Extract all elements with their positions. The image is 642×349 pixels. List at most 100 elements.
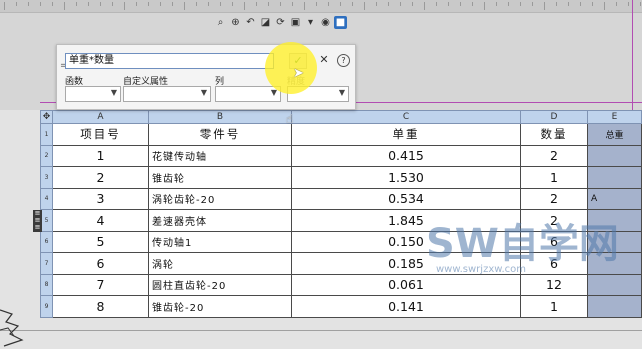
total-weight-cell[interactable] <box>587 144 642 167</box>
ruler-tick <box>40 2 41 6</box>
zoom-area-icon[interactable]: ⊕ <box>229 16 242 29</box>
hide-show-icon[interactable]: ▾ <box>304 16 317 29</box>
section-view-icon[interactable]: ◪ <box>259 16 272 29</box>
quantity-cell[interactable]: 12 <box>520 273 588 296</box>
heads-up-toolbar: ⌕ ⊕ ↶ ◪ ⟳ ▣ ▾ ◉ ■ <box>214 13 374 31</box>
ruler-tick <box>196 2 197 6</box>
header-item-no[interactable]: 项目号 <box>52 123 149 146</box>
ruler-tick <box>244 2 245 10</box>
unit-weight-cell[interactable]: 0.141 <box>291 295 521 318</box>
zoom-fit-icon[interactable]: ⌕ <box>214 16 227 29</box>
item-number-cell[interactable]: 2 <box>52 166 149 189</box>
part-name-cell[interactable]: 锥齿轮 <box>148 166 292 189</box>
unit-weight-cell[interactable]: 0.534 <box>291 187 521 210</box>
item-number-cell[interactable]: 7 <box>52 273 149 296</box>
move-table-icon[interactable]: ✥ <box>40 110 53 124</box>
cancel-x-icon[interactable]: ✕ <box>319 53 329 67</box>
quantity-cell[interactable]: 1 <box>520 295 588 318</box>
header-part-no[interactable]: 零件号 <box>148 123 292 146</box>
row-number[interactable]: 2 <box>40 144 53 167</box>
column-dropdown[interactable]: ▼ <box>215 86 281 102</box>
part-name-cell[interactable]: 涡轮齿轮-20 <box>148 187 292 210</box>
ruler-tick <box>388 2 389 6</box>
header-total-weight[interactable]: 总重 <box>587 123 642 146</box>
formula-input[interactable]: 单重*数量 <box>65 53 274 69</box>
row-number[interactable]: 3 <box>40 166 53 189</box>
total-weight-cell[interactable]: A <box>587 187 642 210</box>
scene-icon[interactable]: ■ <box>334 15 347 29</box>
hand-pointer-icon: ☝ <box>286 112 294 126</box>
row-number[interactable]: 1 <box>40 123 53 146</box>
table-row: 3 2 锥齿轮 1.530 1 <box>40 166 642 189</box>
ruler-tick <box>88 2 89 6</box>
header-unit-weight[interactable]: 单重 <box>291 123 521 146</box>
row-number[interactable]: 8 <box>40 273 53 296</box>
custom-property-dropdown[interactable]: ▼ <box>123 86 211 102</box>
ruler-tick <box>160 2 161 6</box>
table-row: 9 8 锥齿轮-20 0.141 1 <box>40 295 642 318</box>
ruler-tick <box>592 2 593 6</box>
part-name-cell[interactable]: 锥齿轮-20 <box>148 295 292 318</box>
column-a-header[interactable]: A <box>52 110 149 124</box>
part-name-cell[interactable]: 差速器壳体 <box>148 209 292 232</box>
ruler-tick <box>520 2 521 6</box>
ruler-tick <box>172 2 173 6</box>
table-anchor-icon[interactable]: ≡ ≡ ≡ <box>33 210 42 232</box>
unit-weight-cell[interactable]: 0.061 <box>291 273 521 296</box>
total-weight-cell[interactable] <box>587 295 642 318</box>
part-name-cell[interactable]: 涡轮 <box>148 252 292 275</box>
bom-table: ✥ A B C D E 1 项目号 零件号 单重 数量 总重 2 1 花键传动轴… <box>40 110 642 318</box>
ruler-tick <box>184 2 185 10</box>
item-number-cell[interactable]: 1 <box>52 144 149 167</box>
part-name-cell[interactable]: 圆柱直齿轮-20 <box>148 273 292 296</box>
appearance-icon[interactable]: ◉ <box>319 16 332 29</box>
ruler-tick <box>556 2 557 6</box>
item-number-cell[interactable]: 8 <box>52 295 149 318</box>
row-number[interactable]: 6 <box>40 230 53 253</box>
ruler-tick <box>544 2 545 10</box>
previous-view-icon[interactable]: ↶ <box>244 16 257 29</box>
functions-dropdown[interactable]: ▼ <box>65 86 121 102</box>
quantity-cell[interactable]: 2 <box>520 144 588 167</box>
item-number-cell[interactable]: 3 <box>52 187 149 210</box>
ruler-tick <box>460 2 461 6</box>
quantity-cell[interactable]: 1 <box>520 166 588 189</box>
part-name-cell[interactable]: 传动轴1 <box>148 230 292 253</box>
ruler-tick <box>16 2 17 6</box>
display-style-icon[interactable]: ▣ <box>289 16 302 29</box>
help-icon[interactable]: ? <box>337 54 350 67</box>
ruler-tick <box>640 2 641 6</box>
item-number-cell[interactable]: 6 <box>52 252 149 275</box>
row-number[interactable]: 7 <box>40 252 53 275</box>
row-number[interactable]: 4 <box>40 187 53 210</box>
item-number-cell[interactable]: 4 <box>52 209 149 232</box>
chevron-down-icon: ▼ <box>200 88 207 97</box>
unit-weight-cell[interactable]: 0.415 <box>291 144 521 167</box>
ruler-tick <box>148 2 149 6</box>
column-c-header[interactable]: C <box>291 110 521 124</box>
ruler-tick <box>448 2 449 6</box>
ruler-tick <box>412 2 413 6</box>
ruler-tick <box>364 2 365 10</box>
row-number[interactable]: 5 <box>40 209 53 232</box>
row-number[interactable]: 9 <box>40 295 53 318</box>
ruler-tick <box>112 2 113 6</box>
column-b-header[interactable]: B <box>148 110 292 124</box>
total-weight-cell[interactable] <box>587 166 642 189</box>
chevron-down-icon: ▼ <box>110 88 117 97</box>
table-row: 8 7 圆柱直齿轮-20 0.061 12 <box>40 273 642 296</box>
quantity-cell[interactable]: 2 <box>520 187 588 210</box>
watermark-title: SW自学网 <box>426 221 619 267</box>
ruler-tick <box>352 2 353 6</box>
column-d-header[interactable]: D <box>520 110 588 124</box>
ruler-tick <box>256 2 257 6</box>
ruler-tick <box>508 2 509 6</box>
item-number-cell[interactable]: 5 <box>52 230 149 253</box>
header-quantity[interactable]: 数量 <box>520 123 588 146</box>
unit-weight-cell[interactable]: 1.530 <box>291 166 521 189</box>
rotate-icon[interactable]: ⟳ <box>274 16 287 29</box>
column-e-header[interactable]: E <box>587 110 642 124</box>
ruler-ticks <box>0 2 642 12</box>
total-weight-cell[interactable] <box>587 273 642 296</box>
part-name-cell[interactable]: 花键传动轴 <box>148 144 292 167</box>
